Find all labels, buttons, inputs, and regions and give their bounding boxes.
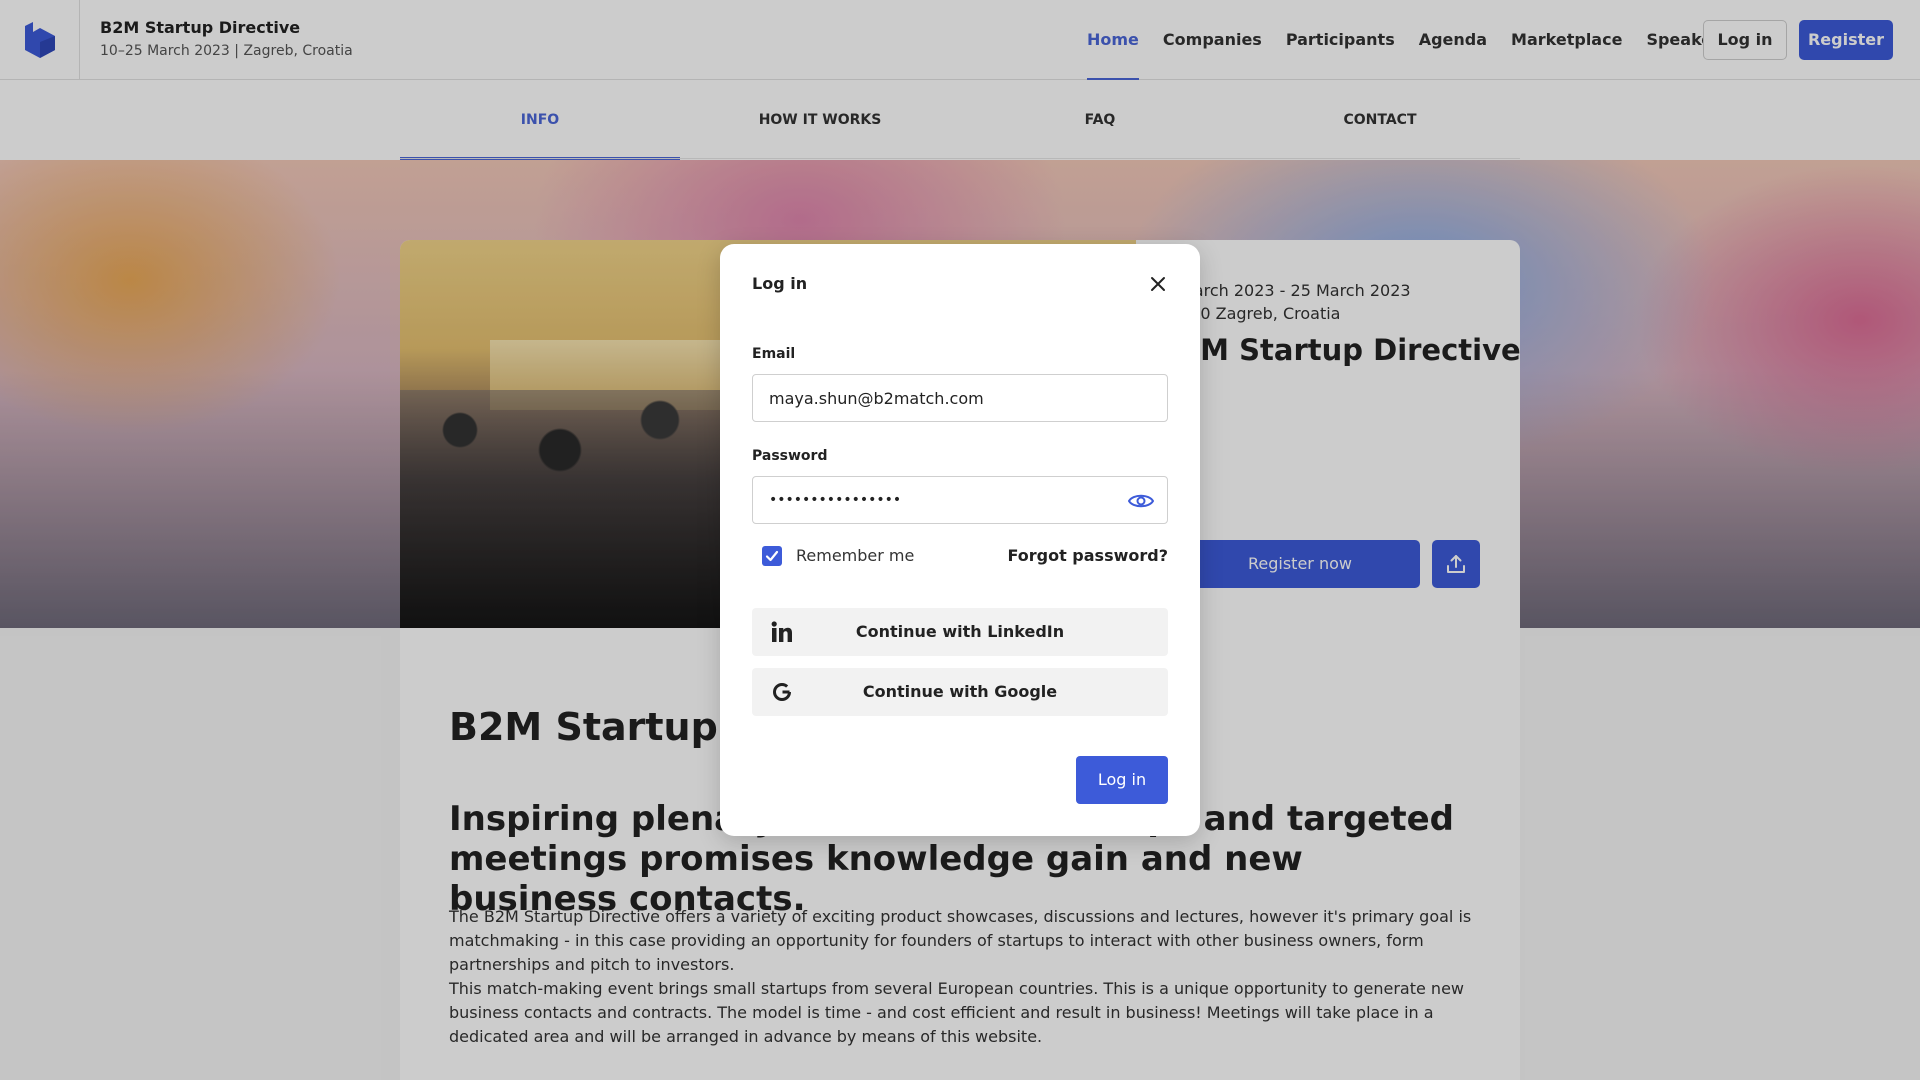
modal-title: Log in [752, 274, 808, 293]
remember-me-label[interactable]: Remember me [796, 546, 914, 565]
checkmark-icon [765, 550, 779, 562]
close-button[interactable] [1146, 272, 1170, 296]
forgot-password-link[interactable]: Forgot password? [1007, 546, 1168, 565]
google-login-label: Continue with Google [862, 682, 1058, 701]
close-icon [1151, 277, 1165, 291]
email-field[interactable] [752, 374, 1168, 422]
show-password-button[interactable] [1128, 488, 1154, 514]
google-login-button[interactable]: Continue with Google [752, 668, 1168, 716]
linkedin-login-label: Continue with LinkedIn [855, 622, 1065, 641]
login-submit-button[interactable]: Log in [1076, 756, 1168, 804]
email-label: Email [752, 346, 796, 362]
remember-me-checkbox[interactable] [762, 546, 782, 566]
password-label: Password [752, 448, 828, 464]
linkedin-login-button[interactable]: Continue with LinkedIn [752, 608, 1168, 656]
login-modal: Log in Email Password •••••••••••••••• R… [720, 244, 1200, 836]
eye-icon [1128, 494, 1154, 508]
password-field[interactable]: •••••••••••••••• [752, 476, 1168, 524]
